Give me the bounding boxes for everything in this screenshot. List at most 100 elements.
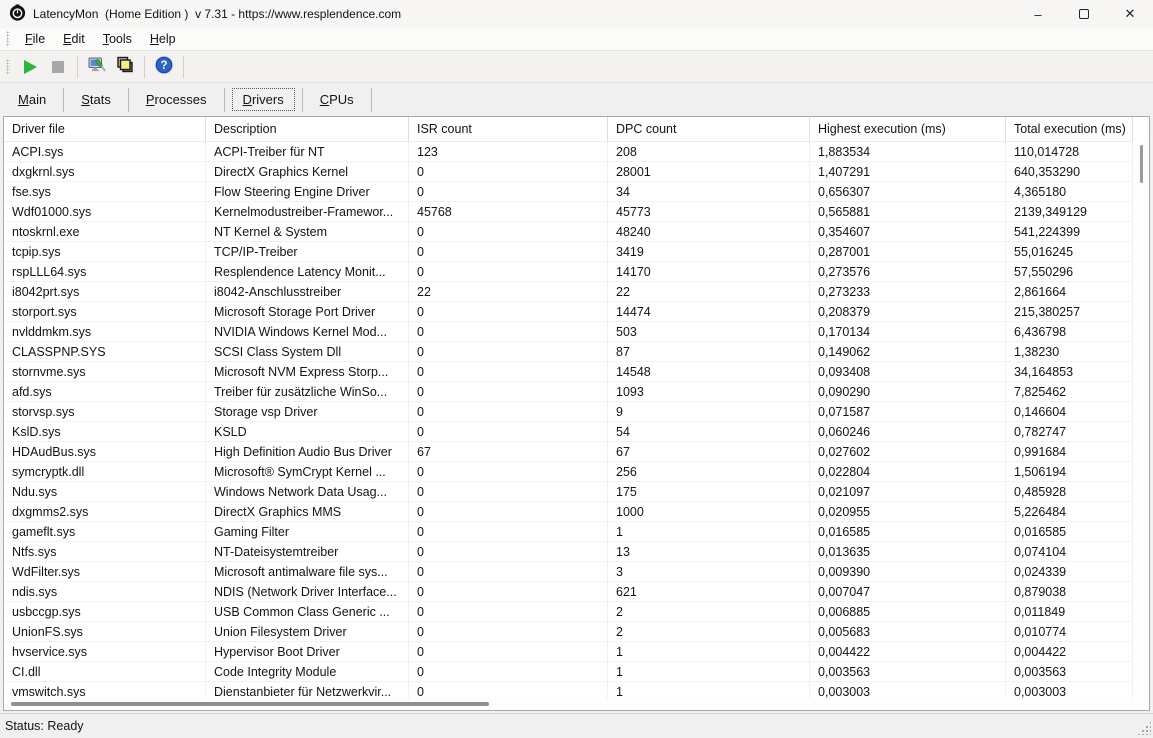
copy-report-squares-icon <box>115 55 135 78</box>
table-row[interactable]: vmswitch.sys Dienstanbieter für Netzwerkv… <box>4 682 1149 698</box>
menu-help[interactable]: Help <box>141 30 185 49</box>
table-row[interactable]: UnionFS.sys Union Filesystem Driver 0 2 0,00… <box>4 622 1149 642</box>
table-row[interactable]: Ndu.sys Windows Network Data Usag... 0 175 0… <box>4 482 1149 502</box>
table-row[interactable]: fse.sys Flow Steering Engine Driver 0 34 0,6… <box>4 182 1149 202</box>
vertical-scrollbar-thumb[interactable] <box>1140 145 1143 183</box>
table-row[interactable]: nvlddmkm.sys NVIDIA Windows Kernel Mod...… <box>4 322 1149 342</box>
tab-stats[interactable]: Stats <box>71 89 121 110</box>
table-row[interactable]: CLASSPNP.SYS SCSI Class System Dll 0 87 0,14… <box>4 342 1149 362</box>
table-row[interactable]: gameflt.sys Gaming Filter 0 1 0,016585 0,0165… <box>4 522 1149 542</box>
options-button[interactable] <box>83 54 111 80</box>
cell-highest-execution-ms: 0,020955 <box>810 502 1006 522</box>
cell-highest-execution-ms: 1,407291 <box>810 162 1006 182</box>
close-button[interactable]: ✕ <box>1107 0 1153 28</box>
table-row[interactable]: usbccgp.sys USB Common Class Generic ... 0… <box>4 602 1149 622</box>
cell-description: SCSI Class System Dll <box>206 342 409 362</box>
table-row[interactable]: stornvme.sys Microsoft NVM Express Storp.… <box>4 362 1149 382</box>
cell-highest-execution-ms: 0,170134 <box>810 322 1006 342</box>
cell-total-execution-ms: 0,003563 <box>1006 662 1133 682</box>
resize-grip[interactable] <box>1137 721 1151 735</box>
cell-driver-file: dxgkrnl.sys <box>4 162 206 182</box>
menu-file[interactable]: File <box>16 30 54 49</box>
tab-drivers[interactable]: Drivers <box>231 88 295 111</box>
tab-main[interactable]: Main <box>8 89 56 110</box>
table-row[interactable]: symcryptk.dll Microsoft® SymCrypt Kernel … <box>4 462 1149 482</box>
table-row[interactable]: hvservice.sys Hypervisor Boot Driver 0 1 0,0… <box>4 642 1149 662</box>
table-row[interactable]: Ntfs.sys NT-Dateisystemtreiber 0 13 0,013635… <box>4 542 1149 562</box>
table-row[interactable]: storport.sys Microsoft Storage Port Drive… <box>4 302 1149 322</box>
maximize-icon <box>1079 9 1089 19</box>
cell-driver-file: KslD.sys <box>4 422 206 442</box>
cell-description: Microsoft antimalware file sys... <box>206 562 409 582</box>
cell-total-execution-ms: 541,224399 <box>1006 222 1133 242</box>
table-row[interactable]: storvsp.sys Storage vsp Driver 0 9 0,071587 0… <box>4 402 1149 422</box>
table-row[interactable]: ndis.sys NDIS (Network Driver Interface..… <box>4 582 1149 602</box>
cell-total-execution-ms: 0,879038 <box>1006 582 1133 602</box>
table-row[interactable]: ntoskrnl.exe NT Kernel & System 0 48240 0,35… <box>4 222 1149 242</box>
cell-driver-file: ndis.sys <box>4 582 206 602</box>
table-row[interactable]: dxgmms2.sys DirectX Graphics MMS 0 1000 0,02… <box>4 502 1149 522</box>
horizontal-scrollbar-thumb[interactable] <box>11 702 489 706</box>
cell-total-execution-ms: 6,436798 <box>1006 322 1133 342</box>
table-row[interactable]: tcpip.sys TCP/IP-Treiber 0 3419 0,287001 55,0… <box>4 242 1149 262</box>
cell-highest-execution-ms: 0,273576 <box>810 262 1006 282</box>
table-row[interactable]: Wdf01000.sys Kernelmodustreiber-Framewor.… <box>4 202 1149 222</box>
tab-processes[interactable]: Processes <box>136 89 217 110</box>
cell-driver-file: storport.sys <box>4 302 206 322</box>
maximize-button[interactable] <box>1061 0 1107 28</box>
table-row[interactable]: KslD.sys KSLD 0 54 0,060246 0,782747 <box>4 422 1149 442</box>
cell-description: KSLD <box>206 422 409 442</box>
table-row[interactable]: HDAudBus.sys High Definition Audio Bus Dr… <box>4 442 1149 462</box>
cell-dpc-count: 14548 <box>608 362 810 382</box>
cell-driver-file: afd.sys <box>4 382 206 402</box>
cell-driver-file: CLASSPNP.SYS <box>4 342 206 362</box>
cell-driver-file: Ndu.sys <box>4 482 206 502</box>
horizontal-scrollbar[interactable] <box>4 698 1149 710</box>
start-monitor-button[interactable] <box>16 54 44 80</box>
cell-driver-file: gameflt.sys <box>4 522 206 542</box>
tab-cpus[interactable]: CPUs <box>310 89 364 110</box>
help-button[interactable]: ? <box>150 54 178 80</box>
tab-separator <box>223 87 225 112</box>
cell-total-execution-ms: 2,861664 <box>1006 282 1133 302</box>
cell-description: Resplendence Latency Monit... <box>206 262 409 282</box>
copy-report-button[interactable] <box>111 54 139 80</box>
column-header-dpc-count[interactable]: DPC count <box>608 117 810 142</box>
cell-highest-execution-ms: 0,071587 <box>810 402 1006 422</box>
cell-isr-count: 0 <box>409 642 608 662</box>
column-header-driver-file[interactable]: Driver file <box>4 117 206 142</box>
column-header-highest-execution-ms[interactable]: Highest execution (ms) <box>810 117 1006 142</box>
cell-isr-count: 0 <box>409 662 608 682</box>
menu-tools[interactable]: Tools <box>94 30 141 49</box>
cell-total-execution-ms: 0,782747 <box>1006 422 1133 442</box>
menu-edit[interactable]: Edit <box>54 30 94 49</box>
table-row[interactable]: dxgkrnl.sys DirectX Graphics Kernel 0 28001… <box>4 162 1149 182</box>
cell-driver-file: UnionFS.sys <box>4 622 206 642</box>
cell-isr-count: 123 <box>409 142 608 162</box>
column-header-description[interactable]: Description <box>206 117 409 142</box>
cell-description: DirectX Graphics MMS <box>206 502 409 522</box>
cell-driver-file: Ntfs.sys <box>4 542 206 562</box>
cell-dpc-count: 1 <box>608 662 810 682</box>
table-row[interactable]: CI.dll Code Integrity Module 0 1 0,003563 0,0… <box>4 662 1149 682</box>
cell-isr-count: 0 <box>409 362 608 382</box>
cell-dpc-count: 175 <box>608 482 810 502</box>
table-row[interactable]: i8042prt.sys i8042-Anschlusstreiber 22 22 0,… <box>4 282 1149 302</box>
toolbar-separator <box>183 55 184 78</box>
table-row[interactable]: afd.sys Treiber für zusätzliche WinSo... 0… <box>4 382 1149 402</box>
column-header-total-execution-ms[interactable]: Total execution (ms) <box>1006 117 1133 142</box>
cell-isr-count: 0 <box>409 542 608 562</box>
vertical-scrollbar[interactable] <box>1134 143 1149 697</box>
cell-description: Microsoft NVM Express Storp... <box>206 362 409 382</box>
cell-driver-file: tcpip.sys <box>4 242 206 262</box>
table-row[interactable]: rspLLL64.sys Resplendence Latency Monit..… <box>4 262 1149 282</box>
cell-isr-count: 22 <box>409 282 608 302</box>
cell-dpc-count: 14474 <box>608 302 810 322</box>
stop-monitor-button[interactable] <box>44 54 72 80</box>
cell-description: NDIS (Network Driver Interface... <box>206 582 409 602</box>
table-row[interactable]: ACPI.sys ACPI-Treiber für NT 123 208 1,88353… <box>4 142 1149 162</box>
column-header-isr-count[interactable]: ISR count <box>409 117 608 142</box>
minimize-button[interactable]: – <box>1015 0 1061 28</box>
cell-isr-count: 67 <box>409 442 608 462</box>
table-row[interactable]: WdFilter.sys Microsoft antimalware file s… <box>4 562 1149 582</box>
